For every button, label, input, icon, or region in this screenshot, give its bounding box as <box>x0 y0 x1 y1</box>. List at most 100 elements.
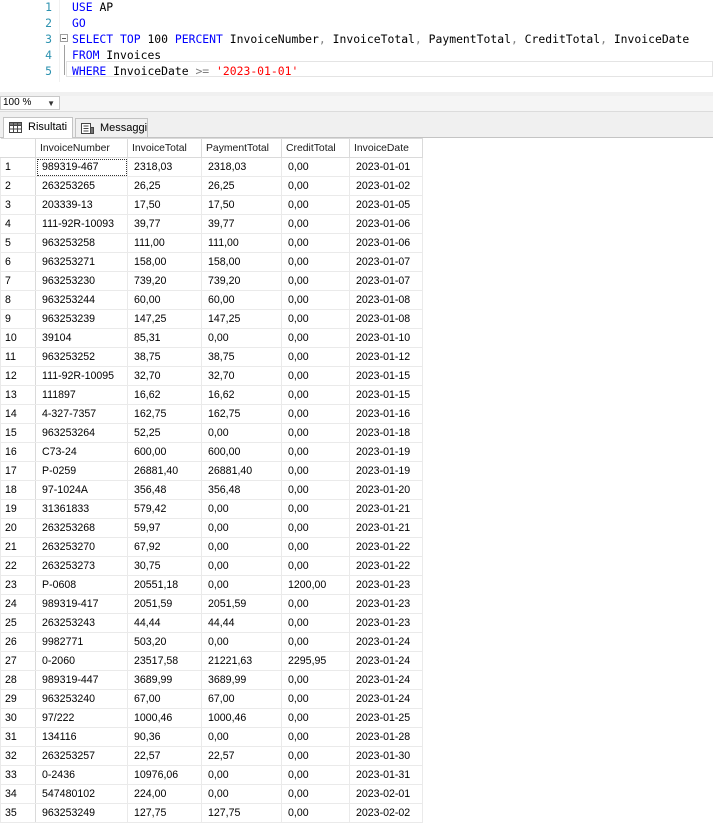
table-cell[interactable]: 158,00 <box>127 252 202 272</box>
table-cell[interactable]: 0,00 <box>281 214 350 234</box>
table-cell[interactable]: 739,20 <box>201 271 282 291</box>
table-cell[interactable]: 0,00 <box>281 404 350 424</box>
row-number[interactable]: 18 <box>0 480 36 500</box>
table-cell[interactable]: 32,70 <box>127 366 202 386</box>
column-header[interactable]: InvoiceDate <box>349 138 423 158</box>
table-cell[interactable]: 20551,18 <box>127 575 202 595</box>
table-cell[interactable]: 356,48 <box>127 480 202 500</box>
code-line[interactable]: 1 USE AP <box>0 0 713 15</box>
table-row[interactable]: 17 P-0259 26881,40 26881,40 0,00 2023-01-19 <box>0 461 423 481</box>
table-cell[interactable]: 2023-01-21 <box>349 518 423 538</box>
code-line[interactable]: 4 FROM Invoices <box>0 47 713 63</box>
table-cell[interactable]: 2295,95 <box>281 651 350 671</box>
table-row[interactable]: 14 4-327-7357 162,75 162,75 0,00 2023-01-16 <box>0 404 423 424</box>
row-number[interactable]: 13 <box>0 385 36 405</box>
table-cell[interactable]: 0,00 <box>281 689 350 709</box>
table-row[interactable]: 31 134116 90,36 0,00 0,00 2023-01-28 <box>0 727 423 747</box>
table-row[interactable]: 27 0-2060 23517,58 21221,63 2295,95 2023-01-2… <box>0 651 423 671</box>
table-cell[interactable]: 67,92 <box>127 537 202 557</box>
row-number[interactable]: 30 <box>0 708 36 728</box>
table-cell[interactable]: 4-327-7357 <box>35 404 128 424</box>
table-cell[interactable]: 2023-01-24 <box>349 670 423 690</box>
table-cell[interactable]: 0,00 <box>281 423 350 443</box>
table-cell[interactable]: 0,00 <box>201 556 282 576</box>
table-cell[interactable]: 0,00 <box>281 347 350 367</box>
table-cell[interactable]: 547480102 <box>35 784 128 804</box>
column-header[interactable]: CreditTotal <box>281 138 350 158</box>
table-cell[interactable]: 52,25 <box>127 423 202 443</box>
row-number[interactable]: 1 <box>0 157 36 177</box>
row-number[interactable]: 10 <box>0 328 36 348</box>
table-row[interactable]: 24 989319-417 2051,59 2051,59 0,00 2023-01-23 <box>0 594 423 614</box>
row-number[interactable]: 16 <box>0 442 36 462</box>
table-cell[interactable]: 2023-01-02 <box>349 176 423 196</box>
table-cell[interactable]: 356,48 <box>201 480 282 500</box>
table-cell[interactable]: 26881,40 <box>201 461 282 481</box>
table-cell[interactable]: 0,00 <box>281 518 350 538</box>
table-cell[interactable]: 0,00 <box>201 632 282 652</box>
row-number[interactable]: 14 <box>0 404 36 424</box>
table-row[interactable]: 30 97/222 1000,46 1000,46 0,00 2023-01-25 <box>0 708 423 728</box>
table-cell[interactable]: 59,97 <box>127 518 202 538</box>
tab-results[interactable]: Risultati <box>3 117 73 138</box>
table-row[interactable]: 21 263253270 67,92 0,00 0,00 2023-01-22 <box>0 537 423 557</box>
table-cell[interactable]: 963253252 <box>35 347 128 367</box>
table-row[interactable]: 2 263253265 26,25 26,25 0,00 2023-01-02 <box>0 176 423 196</box>
row-number[interactable]: 29 <box>0 689 36 709</box>
row-number[interactable]: 31 <box>0 727 36 747</box>
table-cell[interactable]: 2023-01-19 <box>349 442 423 462</box>
table-cell[interactable]: 263253270 <box>35 537 128 557</box>
table-cell[interactable]: 2023-02-02 <box>349 803 423 823</box>
row-number[interactable]: 20 <box>0 518 36 538</box>
row-number[interactable]: 8 <box>0 290 36 310</box>
table-cell[interactable]: 97/222 <box>35 708 128 728</box>
table-cell[interactable]: 44,44 <box>127 613 202 633</box>
table-row[interactable]: 6 963253271 158,00 158,00 0,00 2023-01-07 <box>0 252 423 272</box>
table-cell[interactable]: 0,00 <box>201 575 282 595</box>
table-row[interactable]: 23 P-0608 20551,18 0,00 1200,00 2023-01-23 <box>0 575 423 595</box>
table-cell[interactable]: 0-2060 <box>35 651 128 671</box>
table-cell[interactable]: 2023-01-30 <box>349 746 423 766</box>
table-cell[interactable]: 0,00 <box>201 537 282 557</box>
row-number[interactable]: 17 <box>0 461 36 481</box>
table-cell[interactable]: 0,00 <box>281 594 350 614</box>
table-cell[interactable]: 739,20 <box>127 271 202 291</box>
column-header[interactable]: InvoiceNumber <box>35 138 128 158</box>
table-cell[interactable]: 0,00 <box>281 537 350 557</box>
table-cell[interactable]: 263253257 <box>35 746 128 766</box>
row-number[interactable]: 3 <box>0 195 36 215</box>
table-row[interactable]: 3 203339-13 17,50 17,50 0,00 2023-01-05 <box>0 195 423 215</box>
table-cell[interactable]: 963253264 <box>35 423 128 443</box>
table-cell[interactable]: 85,31 <box>127 328 202 348</box>
table-cell[interactable]: 127,75 <box>127 803 202 823</box>
table-cell[interactable]: 90,36 <box>127 727 202 747</box>
table-row[interactable]: 1 989319-467 2318,03 2318,03 0,00 2023-01-01 <box>0 157 423 177</box>
row-number[interactable]: 28 <box>0 670 36 690</box>
zoom-dropdown[interactable]: 100 % ▼ <box>0 96 60 110</box>
table-cell[interactable]: 60,00 <box>201 290 282 310</box>
table-row[interactable]: 10 39104 85,31 0,00 0,00 2023-01-10 <box>0 328 423 348</box>
code-line[interactable]: 3 SELECT TOP 100 PERCENT InvoiceNumber, I… <box>0 31 713 47</box>
table-cell[interactable]: 0,00 <box>201 499 282 519</box>
table-cell[interactable]: 17,50 <box>127 195 202 215</box>
row-number[interactable]: 35 <box>0 803 36 823</box>
table-cell[interactable]: 111897 <box>35 385 128 405</box>
table-cell[interactable]: 2023-01-23 <box>349 613 423 633</box>
table-cell[interactable]: 2023-01-07 <box>349 271 423 291</box>
table-cell[interactable]: 0,00 <box>281 613 350 633</box>
table-cell[interactable]: 0,00 <box>281 727 350 747</box>
table-cell[interactable]: 263253265 <box>35 176 128 196</box>
row-number[interactable]: 7 <box>0 271 36 291</box>
table-cell[interactable]: 989319-417 <box>35 594 128 614</box>
row-number[interactable]: 21 <box>0 537 36 557</box>
table-cell[interactable]: 0,00 <box>281 328 350 348</box>
table-row[interactable]: 20 263253268 59,97 0,00 0,00 2023-01-21 <box>0 518 423 538</box>
table-cell[interactable]: 0,00 <box>281 670 350 690</box>
table-cell[interactable]: 0,00 <box>281 461 350 481</box>
table-cell[interactable]: 39,77 <box>127 214 202 234</box>
table-cell[interactable]: 23517,58 <box>127 651 202 671</box>
table-cell[interactable]: 0,00 <box>281 195 350 215</box>
column-header[interactable]: PaymentTotal <box>201 138 282 158</box>
table-row[interactable]: 11 963253252 38,75 38,75 0,00 2023-01-12 <box>0 347 423 367</box>
table-cell[interactable]: 38,75 <box>127 347 202 367</box>
